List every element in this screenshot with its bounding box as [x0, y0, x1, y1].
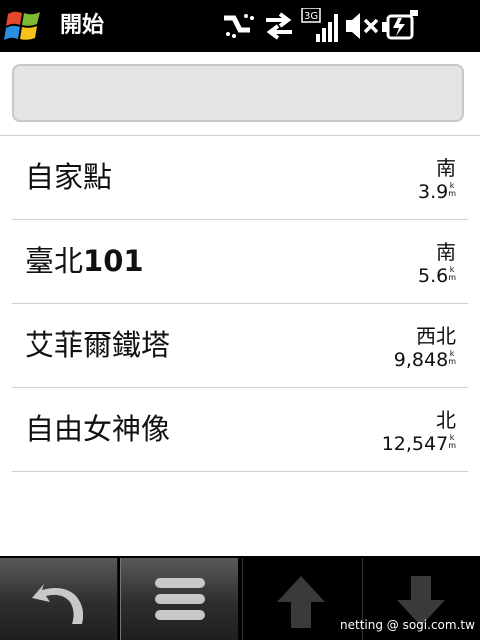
sync-icon[interactable] — [220, 8, 258, 44]
place-direction: 西北 — [416, 324, 456, 348]
back-button[interactable] — [0, 558, 118, 640]
list-item[interactable]: 艾菲爾鐵塔 西北 9,848 k m — [12, 304, 468, 388]
windows-start-icon[interactable] — [4, 6, 46, 46]
menu-button[interactable] — [120, 558, 238, 640]
back-arrow-icon — [32, 584, 84, 624]
place-direction: 南 — [436, 240, 456, 264]
list-item[interactable]: 自家點 南 3.9 k m — [12, 136, 468, 220]
menu-icon — [155, 578, 205, 620]
data-transfer-icon[interactable] — [262, 8, 296, 44]
speaker-muted-icon[interactable] — [344, 8, 380, 44]
place-direction: 北 — [436, 408, 456, 432]
search-input[interactable] — [12, 64, 464, 122]
battery-charging-icon[interactable] — [380, 8, 420, 44]
place-direction: 南 — [436, 156, 456, 180]
distance-unit: km — [448, 433, 456, 450]
place-name: 自由女神像 — [25, 412, 171, 446]
place-distance: 9,848 k m — [393, 349, 456, 371]
distance-unit: km — [448, 181, 456, 198]
place-distance: 5.6 k m — [417, 265, 456, 287]
signal-strength-icon[interactable]: 3G — [300, 7, 340, 44]
status-bar: 開始 3G — [0, 0, 480, 52]
place-list: 自家點 南 3.9 k m 臺北101 南 5.6 k m 艾菲爾鐵塔 西北 9,848… — [12, 136, 468, 472]
start-menu-title[interactable]: 開始 — [60, 10, 104, 42]
place-name: 自家點 — [25, 160, 113, 194]
place-distance: 3.9 k m — [417, 181, 456, 203]
distance-unit: km — [448, 349, 456, 366]
place-distance: 12,547 k m — [381, 433, 456, 455]
list-item[interactable]: 臺北101 南 5.6 k m — [12, 220, 468, 304]
place-name: 艾菲爾鐵塔 — [25, 328, 171, 362]
list-item[interactable]: 自由女神像 北 12,547 k m — [12, 388, 468, 472]
place-name: 臺北101 — [25, 244, 144, 278]
network-type-label: 3G — [304, 11, 318, 22]
watermark: netting @ sogi.com.tw — [340, 618, 475, 632]
distance-unit: km — [448, 265, 456, 282]
